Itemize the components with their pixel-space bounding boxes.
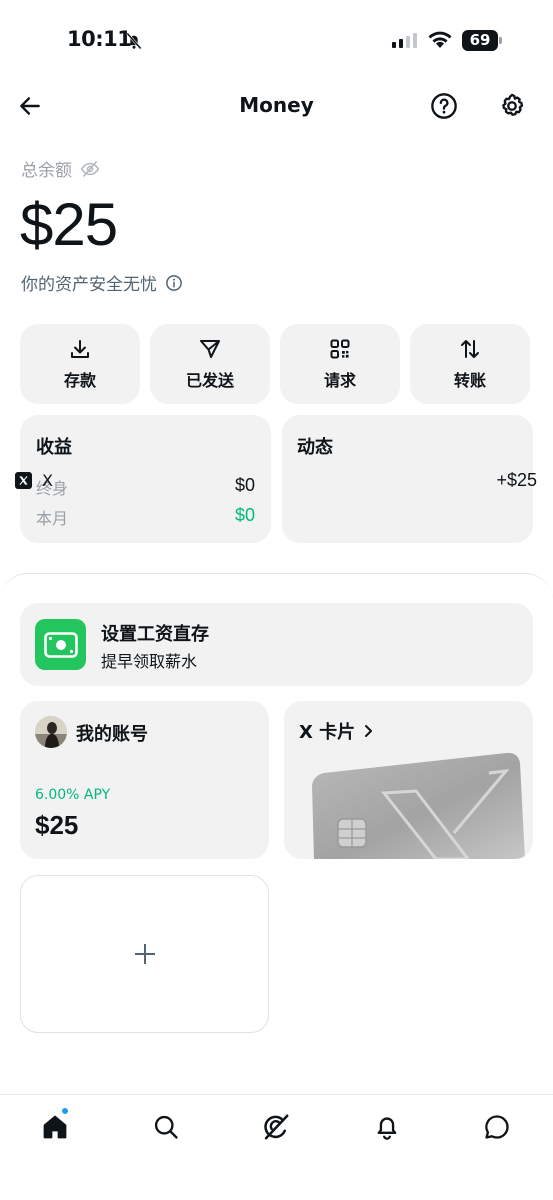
bell-off-icon [124,31,144,55]
avatar [35,716,67,748]
earnings-month-label: 本月 [36,509,69,528]
activity-name: X [42,471,53,490]
direct-deposit-title: 设置工资直存 [101,624,209,645]
settings-button[interactable] [496,90,528,122]
request-button[interactable]: 请求 [280,324,400,404]
balance-label-row: 总余额 [21,156,100,181]
gear-icon [502,93,524,116]
activity-title: 动态 [297,437,333,458]
x-logo-icon [15,472,32,489]
deposit-button[interactable]: 存款 [20,324,140,404]
tab-search[interactable] [144,1109,188,1145]
status-time: 10:11 [67,27,132,51]
tab-notifications[interactable] [365,1109,409,1145]
notifications-icon [377,1117,397,1140]
apy-rate: 6.00% APY [35,787,111,803]
earnings-month-value: $0 [234,505,255,525]
battery-tip [499,37,502,44]
safety-note: 你的资产安全无忧 [21,275,157,295]
download-icon [71,340,89,358]
earnings-title: 收益 [36,437,72,458]
account-balance: $25 [35,810,79,840]
help-button[interactable] [428,90,460,122]
earnings-row-month: 本月 $0 [36,505,255,529]
tab-grok[interactable] [254,1109,298,1145]
help-icon [431,93,457,119]
tab-messages[interactable] [475,1109,519,1145]
qr-code-icon [330,339,350,359]
page-title: Money [239,93,314,117]
activity-item[interactable]: X +$25 [15,470,537,491]
send-icon [200,340,220,358]
cash-icon [35,619,86,670]
status-bar: 10:11 69 [0,0,553,80]
activity-amount: +$25 [496,470,537,490]
direct-deposit-banner[interactable]: 设置工资直存 提早领取薪水 [20,603,533,686]
x-card-tile[interactable]: X 卡片 [284,701,533,859]
x-card-image [312,752,525,859]
safety-note-row: 你的资产安全无忧 [21,270,183,295]
home-notification-dot [61,1107,69,1115]
grok-icon [264,1114,289,1140]
info-icon[interactable] [165,274,183,292]
search-icon [154,1115,178,1139]
tab-home[interactable] [33,1109,77,1145]
wifi-icon [427,30,453,54]
transfer-icon [461,340,479,358]
add-account-button[interactable] [20,875,269,1033]
signal-icon [392,33,417,48]
sent-button[interactable]: 已发送 [150,324,270,404]
home-icon [43,1115,67,1139]
deposit-label: 存款 [63,371,96,390]
my-account-card[interactable]: 我的账号 6.00% APY $25 [20,701,269,859]
eye-off-icon[interactable] [80,159,100,179]
balance-amount: $25 [20,191,118,258]
transfer-button[interactable]: 转账 [410,324,530,404]
sent-label: 已发送 [185,371,234,390]
plus-icon [134,944,155,964]
header: Money [0,80,553,132]
request-label: 请求 [323,371,356,390]
battery-indicator: 69 [462,30,498,51]
balance-label: 总余额 [21,161,72,181]
action-tiles: 存款 已发送 请求 转账 [20,324,533,404]
messages-icon [485,1115,509,1139]
tab-bar [0,1094,553,1200]
direct-deposit-subtitle: 提早领取薪水 [101,652,198,671]
transfer-label: 转账 [453,371,486,390]
account-title: 我的账号 [76,724,148,745]
